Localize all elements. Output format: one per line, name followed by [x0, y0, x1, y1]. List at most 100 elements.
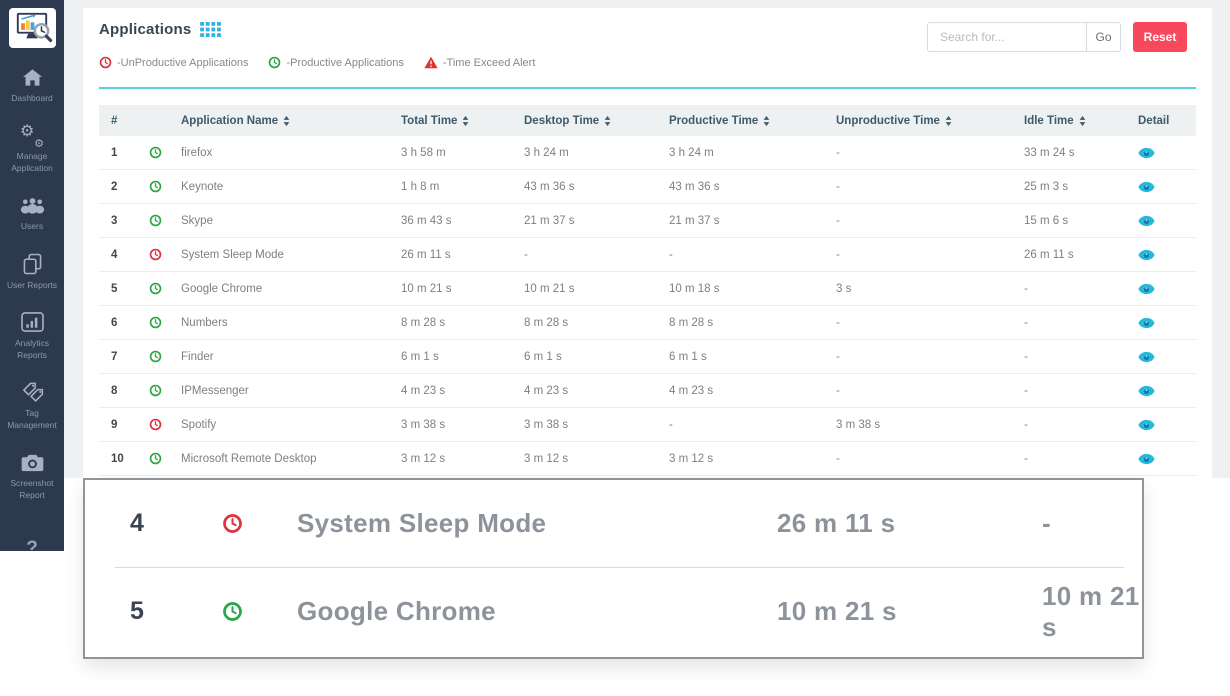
search-input[interactable]	[928, 23, 1086, 51]
status-clock-icon	[141, 384, 181, 397]
magnified-table-row: 5 Google Chrome 10 m 21 s 10 m 21 s	[85, 568, 1142, 655]
unproductive-time: -	[836, 385, 1024, 397]
reset-button[interactable]: Reset	[1133, 22, 1187, 52]
magnified-rows-callout: 4 System Sleep Mode 26 m 11 s - 5 Google…	[83, 478, 1144, 659]
row-number: 3	[99, 215, 141, 227]
status-clock-icon	[141, 180, 181, 193]
application-name: Numbers	[181, 317, 401, 329]
sidebar-item-label: Tag Management	[0, 408, 64, 431]
column-header-detail: Detail	[1130, 115, 1197, 127]
idle-time: -	[1024, 453, 1130, 465]
row-number: 1	[99, 147, 141, 159]
sidebar: Dashboard ⚙⚙ Manage Application Users	[0, 0, 64, 551]
sort-icon[interactable]	[945, 116, 952, 126]
productive-time: -	[669, 249, 836, 261]
sidebar-item-tag-management[interactable]: Tag Management	[0, 381, 64, 431]
table-row: 4 System Sleep Mode 26 m 11 s - - - 26 m…	[99, 238, 1196, 272]
productive-time: -	[669, 419, 836, 431]
sort-icon[interactable]	[1079, 116, 1086, 126]
sort-icon[interactable]	[604, 116, 611, 126]
status-clock-icon	[222, 513, 297, 534]
desktop-time: 6 m 1 s	[524, 351, 669, 363]
detail-eye-icon[interactable]	[1130, 181, 1197, 193]
productive-time: 4 m 23 s	[669, 385, 836, 397]
application-name: Keynote	[181, 181, 401, 193]
row-number: 5	[130, 597, 222, 626]
total-time: 3 m 12 s	[401, 453, 524, 465]
detail-eye-icon[interactable]	[1130, 283, 1197, 295]
desktop-time: 21 m 37 s	[524, 215, 669, 227]
column-header-productive-time[interactable]: Productive Time	[669, 115, 836, 127]
sidebar-item-screenshot-report[interactable]: Screenshot Report	[0, 451, 64, 501]
sidebar-item-dashboard[interactable]: Dashboard	[0, 66, 64, 104]
legend-time-exceed: -Time Exceed Alert	[424, 56, 536, 69]
detail-eye-icon[interactable]	[1130, 419, 1197, 431]
desktop-time: 4 m 23 s	[524, 385, 669, 397]
row-number: 4	[99, 249, 141, 261]
app-logo[interactable]	[9, 8, 56, 48]
applications-table: # Application Name Total Time Desktop Ti…	[99, 105, 1196, 476]
total-time: 26 m 11 s	[401, 249, 524, 261]
page-title: Applications	[99, 21, 191, 38]
sidebar-item-analytics-reports[interactable]: Analytics Reports	[0, 311, 64, 361]
application-name: Finder	[181, 351, 401, 363]
desktop-time: 3 m 12 s	[524, 453, 669, 465]
total-time: 3 m 38 s	[401, 419, 524, 431]
application-name: Spotify	[181, 419, 401, 431]
search-group: Go	[927, 22, 1121, 52]
legend-productive: -Productive Applications	[268, 56, 403, 69]
go-button[interactable]: Go	[1086, 23, 1120, 51]
idle-time: -	[1024, 283, 1130, 295]
total-time: 4 m 23 s	[401, 385, 524, 397]
grid-icon	[200, 22, 221, 37]
table-row: 3 Skype 36 m 43 s 21 m 37 s 21 m 37 s - …	[99, 204, 1196, 238]
detail-eye-icon[interactable]	[1130, 385, 1197, 397]
sort-icon[interactable]	[763, 116, 770, 126]
total-time: 26 m 11 s	[777, 508, 1042, 539]
idle-time: 26 m 11 s	[1024, 249, 1130, 261]
column-header-application-name[interactable]: Application Name	[181, 115, 401, 127]
column-header-desktop-time[interactable]: Desktop Time	[524, 115, 669, 127]
table-row: 1 firefox 3 h 58 m 3 h 24 m 3 h 24 m - 3…	[99, 136, 1196, 170]
column-header-total-time[interactable]: Total Time	[401, 115, 524, 127]
help-button[interactable]: ?	[0, 538, 64, 551]
alert-triangle-icon	[424, 56, 438, 69]
detail-eye-icon[interactable]	[1130, 351, 1197, 363]
legend-label: -Productive Applications	[286, 57, 403, 69]
clock-green-icon	[268, 56, 281, 69]
unproductive-time: -	[836, 215, 1024, 227]
row-number: 10	[99, 453, 141, 465]
desktop-time: 3 m 38 s	[524, 419, 669, 431]
table-row: 2 Keynote 1 h 8 m 43 m 36 s 43 m 36 s - …	[99, 170, 1196, 204]
unproductive-time: -	[836, 317, 1024, 329]
productive-time: 10 m 18 s	[669, 283, 836, 295]
sort-icon[interactable]	[462, 116, 469, 126]
detail-eye-icon[interactable]	[1130, 453, 1197, 465]
column-header-unproductive-time[interactable]: Unproductive Time	[836, 115, 1024, 127]
desktop-time: 10 m 21 s	[524, 283, 669, 295]
gears-icon: ⚙⚙	[20, 124, 44, 146]
total-time: 8 m 28 s	[401, 317, 524, 329]
sidebar-item-user-reports[interactable]: User Reports	[0, 253, 64, 291]
sidebar-item-manage-application[interactable]: ⚙⚙ Manage Application	[0, 124, 64, 174]
row-number: 9	[99, 419, 141, 431]
table-row: 5 Google Chrome 10 m 21 s 10 m 21 s 10 m…	[99, 272, 1196, 306]
detail-eye-icon[interactable]	[1130, 249, 1197, 261]
desktop-time: 10 m 21 s	[1042, 581, 1142, 643]
application-name: Google Chrome	[297, 596, 777, 627]
sort-icon[interactable]	[283, 116, 290, 126]
camera-icon	[21, 451, 44, 473]
detail-eye-icon[interactable]	[1130, 317, 1197, 329]
sidebar-item-users[interactable]: Users	[0, 194, 64, 232]
detail-eye-icon[interactable]	[1130, 215, 1197, 227]
desktop-time: -	[524, 249, 669, 261]
detail-eye-icon[interactable]	[1130, 147, 1197, 159]
total-time: 1 h 8 m	[401, 181, 524, 193]
cyan-divider	[99, 87, 1196, 89]
total-time: 10 m 21 s	[777, 596, 1042, 627]
column-header-idle-time[interactable]: Idle Time	[1024, 115, 1130, 127]
productive-time: 3 m 12 s	[669, 453, 836, 465]
productive-time: 43 m 36 s	[669, 181, 836, 193]
home-icon	[22, 66, 43, 88]
idle-time: -	[1024, 419, 1130, 431]
